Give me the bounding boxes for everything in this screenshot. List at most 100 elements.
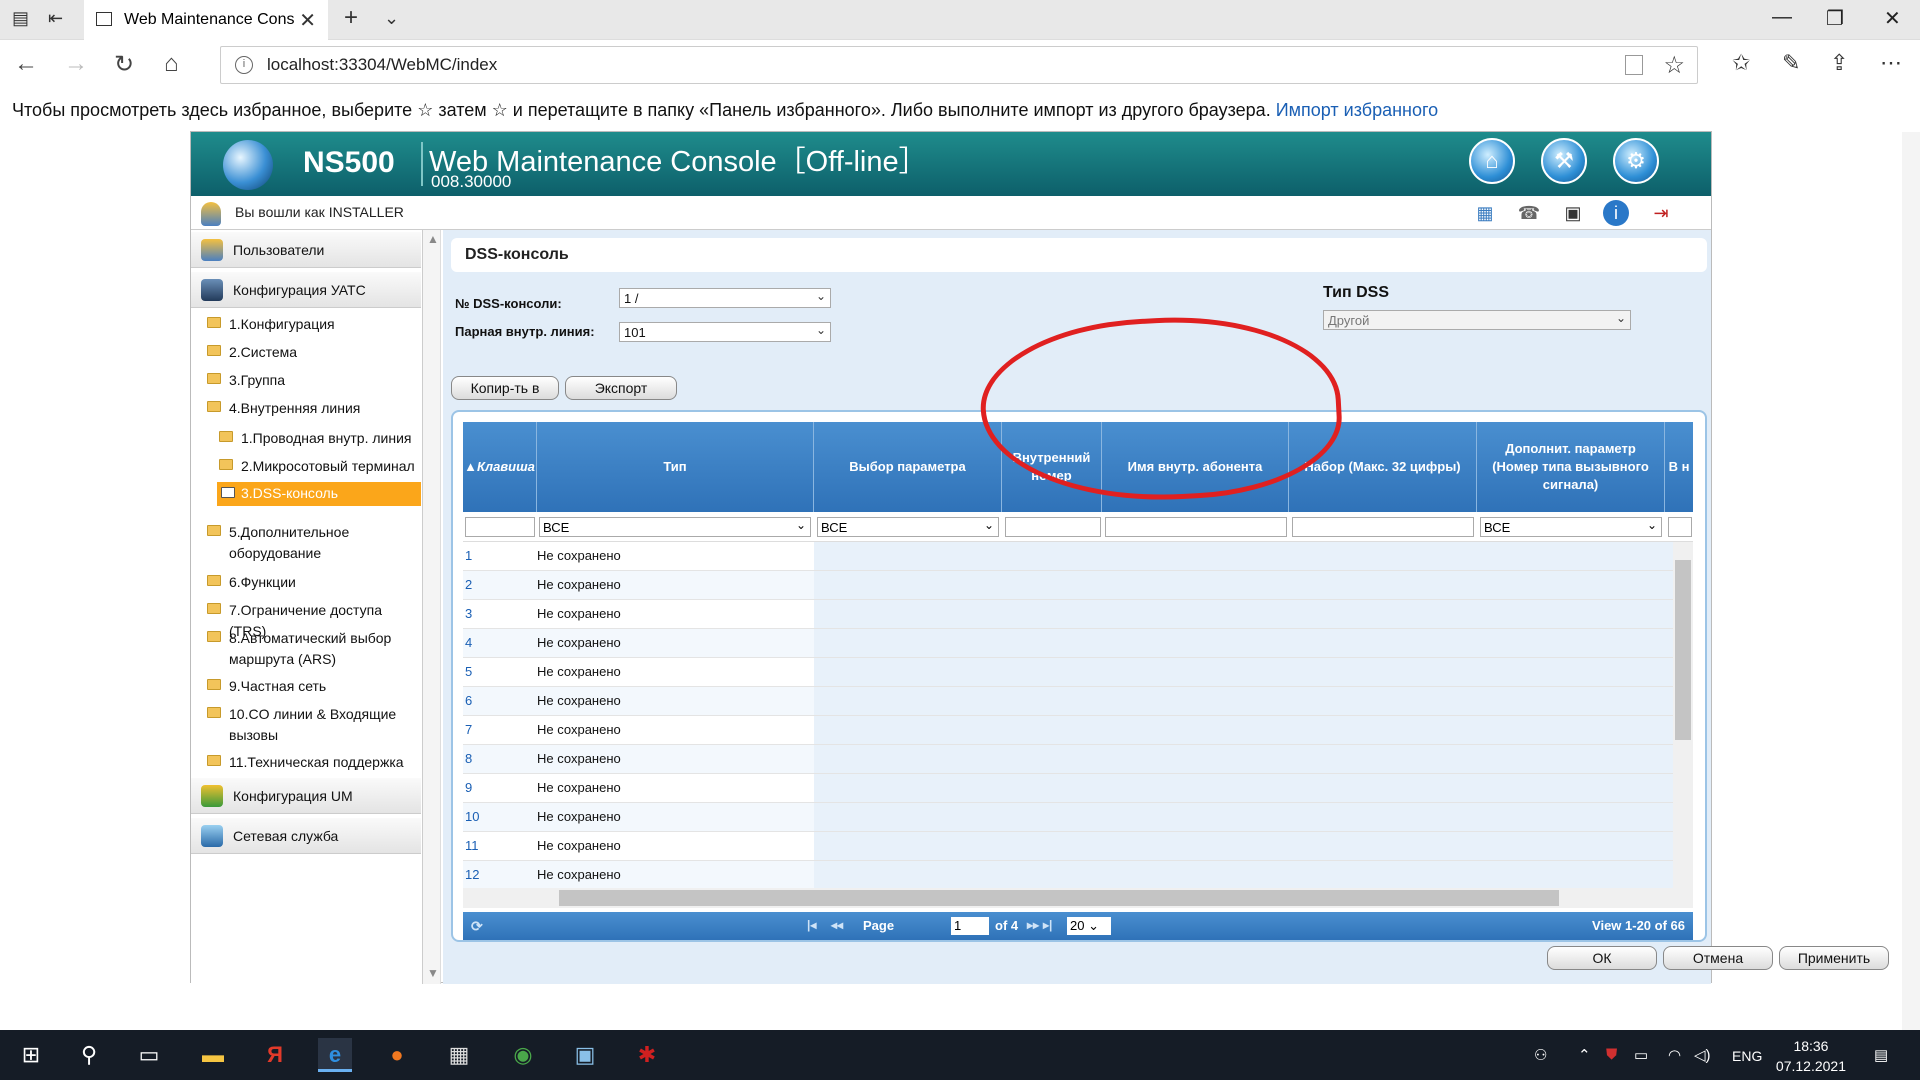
dss-type-select[interactable]: Другой ⌄	[1323, 310, 1631, 330]
start-icon[interactable]: ⊞	[14, 1038, 48, 1072]
sidebar-group-pbx-config[interactable]: Конфигурация УАТС	[191, 272, 421, 308]
url-field[interactable]: i localhost:33304/WebMC/index ☆	[220, 46, 1698, 84]
column-additional-param[interactable]: Дополнит. параметр (Номер типа вызывного…	[1477, 422, 1665, 512]
row-key[interactable]: 11	[465, 838, 479, 853]
people-icon[interactable]: ⚇	[1534, 1046, 1547, 1064]
row-empty-cells[interactable]	[814, 745, 1673, 773]
sidebar-item-ars[interactable]: 8.Автоматический выбор маршрута (ARS)	[207, 628, 415, 670]
column-parameter[interactable]: Выбор параметра	[814, 422, 1002, 512]
close-window-icon[interactable]: ✕	[1884, 6, 1901, 31]
row-empty-cells[interactable]	[814, 687, 1673, 715]
row-type[interactable]: Не сохранено	[537, 751, 621, 766]
new-tab-icon[interactable]: +	[344, 4, 358, 32]
browser-tab[interactable]: Web Maintenance Cons ✕	[84, 0, 328, 40]
column-more[interactable]: В н	[1665, 422, 1693, 512]
info-icon[interactable]: i	[1603, 200, 1629, 226]
home-icon[interactable]: ⌂	[164, 50, 179, 78]
tools-button-icon[interactable]: ⚒	[1541, 138, 1587, 184]
notifications-icon[interactable]: ▤	[1874, 1046, 1888, 1064]
settings-button-icon[interactable]: ⚙	[1613, 138, 1659, 184]
row-key[interactable]: 4	[465, 635, 472, 650]
table-row[interactable]: 6 Не сохранено	[463, 687, 1673, 716]
row-key[interactable]: 9	[465, 780, 472, 795]
filter-key-input[interactable]	[465, 517, 535, 537]
first-page-icon[interactable]: |◂	[807, 918, 816, 932]
page-size-select[interactable]: 20 ⌄	[1067, 917, 1111, 935]
copy-to-button[interactable]: Копир-ть в	[451, 376, 559, 400]
row-empty-cells[interactable]	[814, 803, 1673, 831]
table-row[interactable]: 7 Не сохранено	[463, 716, 1673, 745]
firefox-icon[interactable]: ●	[380, 1038, 414, 1072]
scroll-thumb[interactable]	[1675, 560, 1691, 740]
row-key[interactable]: 12	[465, 867, 479, 882]
sidebar-item-dss-console[interactable]: 3.DSS-консоль	[217, 482, 421, 506]
row-empty-cells[interactable]	[814, 861, 1673, 889]
close-tab-icon[interactable]: ✕	[299, 8, 316, 33]
table-horizontal-scrollbar[interactable]	[463, 888, 1673, 908]
sidebar-item-features[interactable]: 6.Функции	[207, 572, 296, 593]
sidebar-item-co-lines[interactable]: 10.CO линии & Входящие вызовы	[207, 704, 415, 746]
minimize-icon[interactable]: —	[1772, 6, 1792, 29]
scroll-down-icon[interactable]: ▼	[427, 966, 439, 980]
table-row[interactable]: 10 Не сохранено	[463, 803, 1673, 832]
filter-more-input[interactable]	[1668, 517, 1692, 537]
page-scrollbar[interactable]	[1902, 132, 1920, 1030]
home-button-icon[interactable]: ⌂	[1469, 138, 1515, 184]
apply-button[interactable]: Применить	[1779, 946, 1889, 970]
sidebar-item-system[interactable]: 2.Система	[207, 342, 297, 363]
table-row[interactable]: 5 Не сохранено	[463, 658, 1673, 687]
set-aside-tabs-icon[interactable]: ⇤	[48, 8, 63, 29]
row-type[interactable]: Не сохранено	[537, 548, 621, 563]
battery-icon[interactable]: ▭	[1634, 1046, 1648, 1064]
sidebar-group-um-config[interactable]: Конфигурация UM	[191, 778, 421, 814]
row-empty-cells[interactable]	[814, 774, 1673, 802]
row-type[interactable]: Не сохранено	[537, 664, 621, 679]
restore-icon[interactable]: ❐	[1826, 6, 1844, 31]
table-row[interactable]: 12 Не сохранено	[463, 861, 1673, 890]
calculator-icon[interactable]: ▦	[442, 1038, 476, 1072]
chrome-icon[interactable]: ◉	[506, 1038, 540, 1072]
search-icon[interactable]: ⚲	[72, 1038, 106, 1072]
row-type[interactable]: Не сохранено	[537, 577, 621, 592]
row-key[interactable]: 1	[465, 548, 472, 563]
tab-actions-icon[interactable]: ▤	[12, 8, 29, 29]
logout-icon[interactable]: ⇥	[1647, 200, 1675, 226]
table-row[interactable]: 9 Не сохранено	[463, 774, 1673, 803]
yandex-icon[interactable]: Я	[258, 1038, 292, 1072]
row-empty-cells[interactable]	[814, 571, 1673, 599]
more-icon[interactable]: ⋯	[1880, 50, 1902, 76]
app-window-icon[interactable]: ▣	[568, 1038, 602, 1072]
sidebar-item-optional-equipment[interactable]: 5.Дополнительное оборудование	[207, 522, 415, 564]
row-empty-cells[interactable]	[814, 832, 1673, 860]
table-row[interactable]: 11 Не сохранено	[463, 832, 1673, 861]
table-row[interactable]: 1 Не сохранено	[463, 542, 1673, 571]
table-row[interactable]: 4 Не сохранено	[463, 629, 1673, 658]
row-type[interactable]: Не сохранено	[537, 606, 621, 621]
filter-type-select[interactable]: ВСЕ ⌄	[539, 517, 811, 537]
row-type[interactable]: Не сохранено	[537, 722, 621, 737]
table-row[interactable]: 2 Не сохранено	[463, 571, 1673, 600]
sidebar-group-users[interactable]: Пользователи	[191, 232, 421, 268]
show-hidden-icon[interactable]: ⌃	[1578, 1046, 1591, 1064]
column-type[interactable]: Тип	[537, 422, 814, 512]
row-empty-cells[interactable]	[814, 716, 1673, 744]
favorites-icon[interactable]: ✩	[1732, 50, 1750, 76]
table-row[interactable]: 8 Не сохранено	[463, 745, 1673, 774]
edge-icon[interactable]: e	[318, 1038, 352, 1072]
refresh-icon[interactable]: ↻	[114, 50, 134, 79]
filter-dial-input[interactable]	[1292, 517, 1474, 537]
scroll-thumb[interactable]	[559, 890, 1559, 906]
dss-number-select[interactable]: 1 / ⌄	[619, 288, 831, 308]
paired-extension-select[interactable]: 101 ⌄	[619, 322, 831, 342]
share-icon[interactable]: ⇪	[1830, 50, 1848, 76]
forward-icon[interactable]: →	[64, 50, 88, 78]
sidebar-item-group[interactable]: 3.Группа	[207, 370, 285, 391]
row-empty-cells[interactable]	[814, 658, 1673, 686]
filter-additional-select[interactable]: ВСЕ ⌄	[1480, 517, 1662, 537]
table-vertical-scrollbar[interactable]	[1673, 542, 1693, 908]
save-disk-icon[interactable]: ▣	[1559, 200, 1587, 226]
tab-list-icon[interactable]: ⌄	[384, 8, 399, 29]
volume-icon[interactable]: ◁)	[1694, 1046, 1711, 1064]
app-red-icon[interactable]: ✱	[630, 1038, 664, 1072]
sidebar-item-extension[interactable]: 4.Внутренняя линия	[207, 398, 360, 419]
